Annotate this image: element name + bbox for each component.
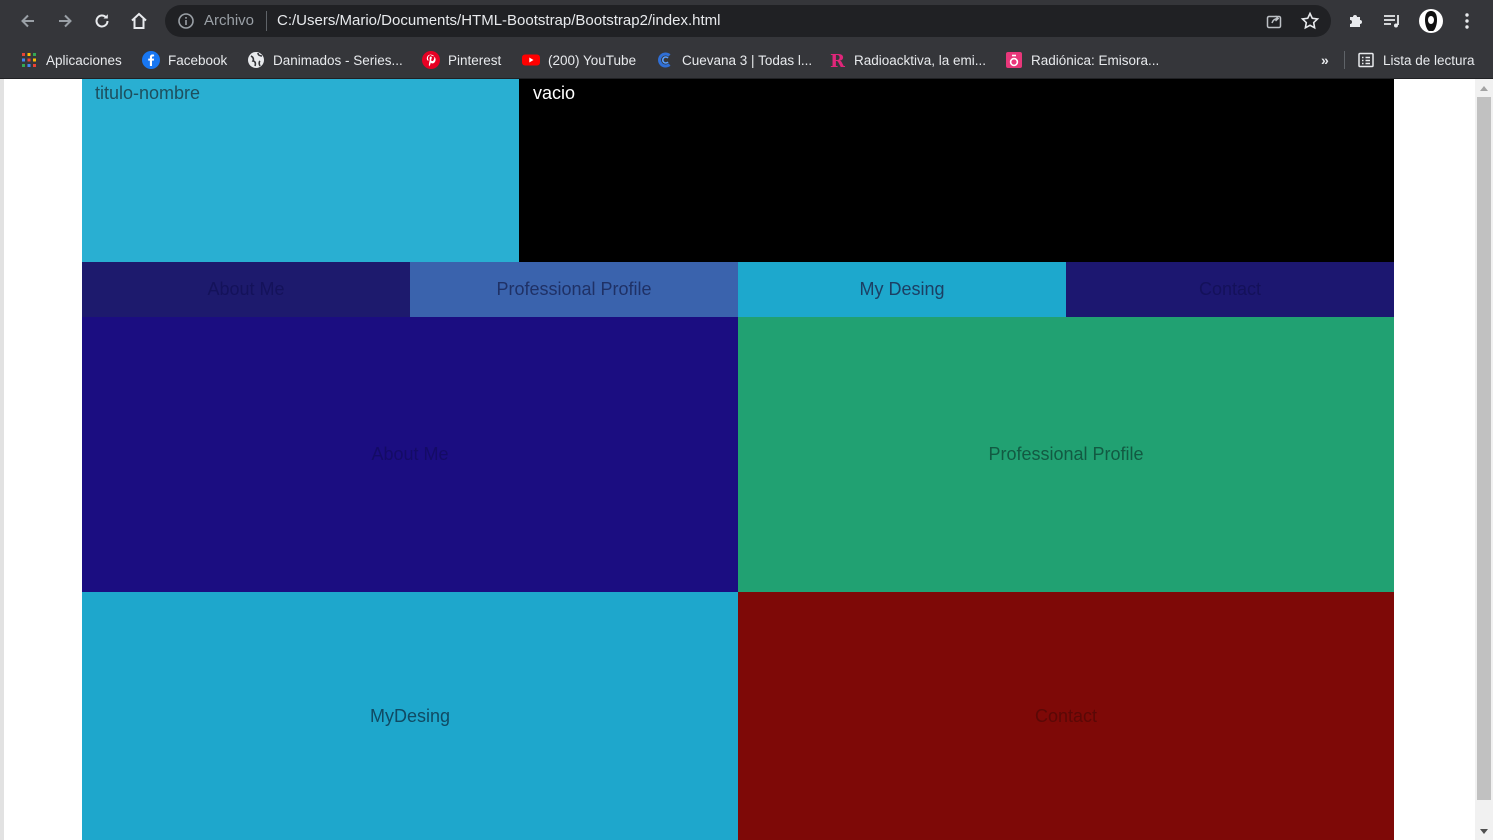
viewport-edge — [0, 79, 4, 840]
avatar-icon — [1419, 9, 1443, 33]
playlist-icon — [1384, 15, 1399, 28]
bookmark-label: Pinterest — [448, 52, 502, 68]
bookmark-label: Facebook — [168, 52, 228, 68]
youtube-icon — [522, 51, 540, 69]
header-title-panel: titulo-nombre — [82, 79, 519, 262]
page-viewport: titulo-nombre vacio About Me Professiona… — [0, 79, 1475, 840]
bookmark-youtube[interactable]: (200) YouTube — [522, 42, 636, 78]
radioacktiva-icon: R — [828, 51, 846, 69]
vertical-scrollbar[interactable] — [1475, 79, 1493, 840]
reload-button[interactable] — [90, 9, 114, 33]
extensions-button[interactable] — [1345, 10, 1367, 32]
tab-professional-profile[interactable]: Professional Profile — [410, 262, 738, 317]
bookmark-cuevana[interactable]: Cuevana 3 | Todas l... — [656, 42, 812, 78]
section-label: MyDesing — [369, 705, 451, 726]
facebook-icon — [142, 51, 160, 69]
section-label: Professional Profile — [988, 444, 1144, 464]
section-my-desing: MyDesing — [82, 592, 738, 840]
globe-icon — [247, 51, 265, 69]
bookmark-aplicaciones[interactable]: Aplicaciones — [20, 42, 122, 78]
bookmark-label: (200) YouTube — [548, 52, 637, 68]
bookmark-label: Danimados - Series... — [273, 52, 403, 68]
cuevana-icon — [656, 51, 674, 69]
apps-grid-icon — [20, 51, 38, 69]
bookmark-star-icon[interactable] — [1300, 11, 1320, 31]
bookmarks-bar: Aplicaciones Facebook Danimados - Series… — [0, 42, 1493, 79]
header-empty-panel: vacio — [519, 79, 1394, 262]
reading-list-button[interactable]: Lista de lectura — [1357, 42, 1475, 78]
radionica-icon — [1005, 51, 1023, 69]
bookmark-facebook[interactable]: Facebook — [142, 42, 227, 78]
omnibox-divider — [266, 11, 267, 31]
profile-avatar[interactable] — [1418, 8, 1444, 34]
address-bar[interactable]: Archivo C:/Users/Mario/Documents/HTML-Bo… — [165, 5, 1331, 37]
bookmark-label: Cuevana 3 | Todas l... — [682, 52, 813, 68]
section-label: Contact — [1034, 705, 1098, 726]
info-icon[interactable] — [177, 12, 195, 30]
section-contact: Contact — [738, 592, 1394, 840]
tab-contact[interactable]: Contact — [1066, 262, 1394, 317]
bookmark-label: Aplicaciones — [46, 52, 122, 68]
section-professional-profile: Professional Profile — [738, 317, 1394, 592]
scroll-up-arrow-icon[interactable] — [1480, 86, 1488, 91]
url-text[interactable]: C:/Users/Mario/Documents/HTML-Bootstrap/… — [277, 12, 721, 29]
reload-icon — [95, 14, 109, 28]
bookmark-pinterest[interactable]: Pinterest — [422, 42, 501, 78]
puzzle-icon — [1350, 15, 1362, 27]
browser-toolbar: Archivo C:/Users/Mario/Documents/HTML-Bo… — [0, 0, 1493, 42]
tab-about-me[interactable]: About Me — [82, 262, 410, 317]
arrow-left-icon — [21, 14, 34, 28]
svg-text:R: R — [830, 51, 846, 69]
home-icon — [131, 12, 147, 29]
tab-my-desing[interactable]: My Desing — [738, 262, 1066, 317]
bookmark-label: Radiónica: Emisora... — [1031, 52, 1160, 68]
forward-button[interactable] — [53, 9, 77, 33]
media-button[interactable] — [1381, 10, 1403, 32]
security-label: Archivo — [204, 12, 255, 29]
pinterest-icon — [422, 51, 440, 69]
page-container: titulo-nombre vacio About Me Professiona… — [82, 79, 1394, 840]
reading-list-label: Lista de lectura — [1383, 52, 1475, 68]
tab-label: Contact — [1198, 279, 1262, 299]
section-label: About Me — [371, 444, 449, 464]
back-button[interactable] — [16, 9, 40, 33]
more-bookmarks-button[interactable]: » — [1321, 42, 1329, 78]
bookmarks-divider — [1344, 51, 1345, 69]
scroll-thumb[interactable] — [1477, 97, 1491, 800]
page-title: titulo-nombre — [95, 83, 201, 103]
reading-list-icon — [1357, 51, 1375, 69]
bookmark-radioacktiva[interactable]: R Radioacktiva, la emi... — [828, 42, 986, 78]
section-about-me: About Me — [82, 317, 738, 592]
kebab-menu-icon — [1465, 13, 1469, 29]
share-icon[interactable] — [1265, 12, 1283, 30]
scroll-down-arrow-icon[interactable] — [1480, 829, 1488, 834]
tab-label: About Me — [207, 279, 285, 299]
header-right-text: vacio — [533, 83, 576, 103]
tab-label: My Desing — [859, 279, 945, 299]
home-button[interactable] — [127, 9, 151, 33]
bookmark-radionica[interactable]: Radiónica: Emisora... — [1005, 42, 1159, 78]
bookmark-danimados[interactable]: Danimados - Series... — [247, 42, 403, 78]
bookmark-label: Radioacktiva, la emi... — [854, 52, 987, 68]
menu-button[interactable] — [1456, 10, 1478, 32]
tab-label: Professional Profile — [496, 279, 652, 299]
arrow-right-icon — [59, 14, 72, 28]
